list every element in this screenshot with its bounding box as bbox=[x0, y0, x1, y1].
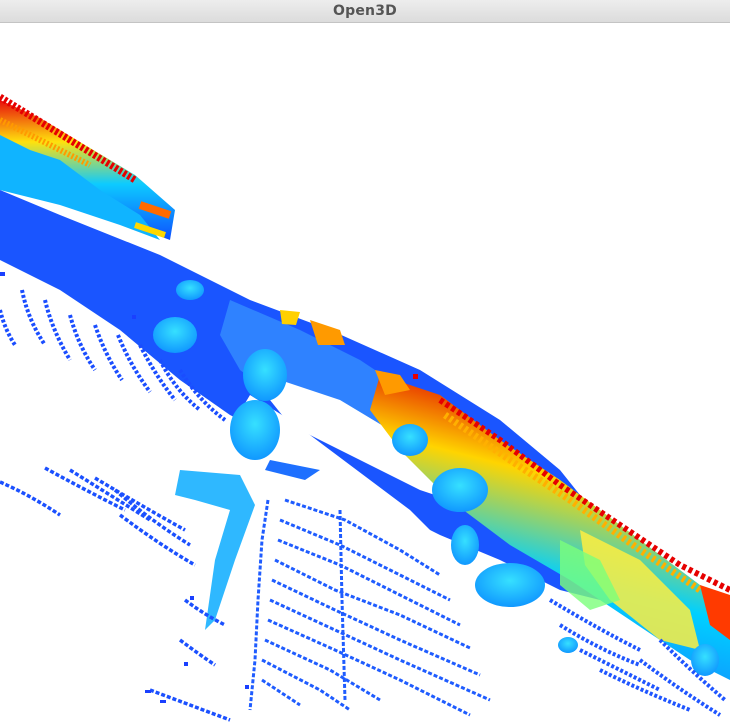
window-title: Open3D bbox=[333, 3, 397, 19]
title-bar[interactable]: Open3D bbox=[0, 0, 730, 23]
open3d-window: Open3D bbox=[0, 0, 730, 726]
point-cloud-canvas[interactable] bbox=[0, 23, 730, 726]
lidar-rings-lower bbox=[0, 466, 231, 722]
3d-viewport[interactable] bbox=[0, 23, 730, 726]
